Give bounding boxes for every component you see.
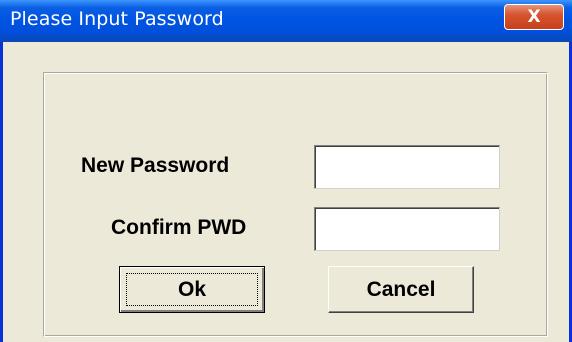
focus-rectangle (126, 273, 258, 306)
close-icon: X (527, 6, 541, 27)
new-password-input[interactable] (314, 145, 500, 189)
confirm-password-label: Confirm PWD (111, 216, 247, 239)
close-button[interactable]: X (504, 4, 564, 30)
window-title: Please Input Password (10, 8, 224, 30)
cancel-button[interactable]: Cancel (328, 266, 474, 313)
new-password-label: New Password (81, 154, 230, 177)
title-bar[interactable]: Please Input Password X (0, 0, 572, 42)
password-dialog: Please Input Password X New Password Con… (0, 0, 572, 342)
cancel-button-label: Cancel (366, 277, 436, 301)
ok-button[interactable]: Ok (119, 266, 265, 313)
confirm-password-input[interactable] (314, 207, 500, 251)
